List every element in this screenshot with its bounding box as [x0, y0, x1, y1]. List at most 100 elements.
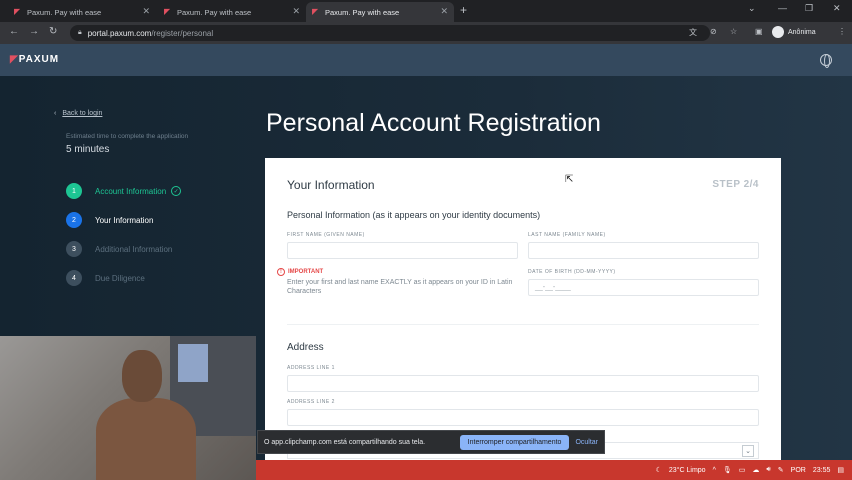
webcam-person-head — [122, 350, 162, 402]
close-tab-icon[interactable]: ✕ — [142, 6, 150, 17]
important-text: Enter your first and last name EXACTLY a… — [287, 279, 513, 295]
globe-icon[interactable] — [820, 54, 832, 68]
step-number: 4 — [66, 270, 82, 286]
step-label: Additional Information — [95, 244, 173, 254]
paxum-favicon-icon: ◤ — [164, 7, 171, 16]
last-name-input[interactable] — [528, 242, 759, 259]
hide-button[interactable]: Ocultar — [575, 439, 598, 446]
notifications-icon[interactable]: ▤ — [837, 466, 844, 474]
back-to-login-link[interactable]: Back to login — [62, 110, 102, 117]
maximize-icon[interactable]: ❐ — [805, 3, 813, 14]
logo-text: PAXUM — [18, 54, 60, 65]
stop-sharing-button[interactable]: Interromper compartilhamento — [459, 434, 570, 450]
microphone-icon[interactable]: 🎙︎ — [723, 466, 732, 474]
browser-tab[interactable]: ◤ Paxum. Pay with ease ✕ — [158, 2, 306, 22]
cloud-icon[interactable]: ☁ — [752, 466, 759, 474]
speaker-icon[interactable]: 🔊︎ — [766, 466, 770, 474]
personal-info-subheading: Personal Information (as it appears on y… — [287, 210, 541, 220]
step-additional-information: 3 Additional Information — [66, 241, 172, 257]
step-indicator: STEP 2/4 — [712, 179, 759, 190]
eye-off-icon[interactable]: ⊘ — [710, 27, 717, 36]
tab-title: Paxum. Pay with ease — [325, 7, 400, 17]
address-line-1-input[interactable] — [287, 375, 759, 392]
chevron-down-icon: ⌄ — [742, 445, 754, 457]
step-label: Your Information — [95, 215, 154, 225]
close-tab-icon[interactable]: ✕ — [440, 6, 448, 17]
registration-form-card: Your Information STEP 2/4 Personal Infor… — [265, 158, 781, 468]
webcam-person-torso — [96, 398, 196, 480]
paxum-favicon-icon: ◤ — [14, 7, 21, 16]
menu-icon[interactable]: ⋮ — [838, 27, 846, 36]
first-name-label: FIRST NAME (GIVEN NAME) — [287, 232, 365, 238]
address-bar[interactable]: 🔒︎ portal.paxum.com/register/personal — [70, 25, 710, 41]
dob-input[interactable]: __-__-____ — [528, 279, 759, 296]
mouse-cursor-icon: ⇱ — [565, 174, 574, 185]
estimated-time-value: 5 minutes — [66, 144, 110, 155]
moon-icon: ☾ — [655, 467, 662, 474]
browser-tab-active[interactable]: ◤ Paxum. Pay with ease ✕ — [306, 2, 454, 22]
chevron-up-icon[interactable]: ^ — [713, 467, 716, 474]
alert-circle-icon: ! — [277, 268, 285, 276]
new-tab-icon[interactable]: + — [460, 3, 467, 17]
last-name-label: LAST NAME (FAMILY NAME) — [528, 232, 606, 238]
close-tab-icon[interactable]: ✕ — [292, 6, 300, 17]
address-heading: Address — [287, 342, 324, 353]
section-title: Your Information — [287, 178, 375, 192]
step-number: 3 — [66, 241, 82, 257]
logo-mark-icon: ◤ — [10, 54, 19, 65]
webcam-monitor — [178, 344, 208, 382]
clock[interactable]: 23:55 — [813, 467, 831, 474]
forward-arrow-icon[interactable]: → — [29, 26, 39, 37]
incognito-avatar-icon — [772, 26, 784, 38]
close-window-icon[interactable]: ✕ — [833, 3, 841, 14]
minimize-icon[interactable]: — — [778, 3, 787, 13]
step-due-diligence: 4 Due Diligence — [66, 270, 145, 286]
chevron-left-icon: ‹ — [54, 110, 57, 117]
language-indicator[interactable]: POR — [791, 467, 806, 474]
url-host: portal.paxum.com — [87, 28, 152, 38]
site-header: ◤PAXUM — [0, 44, 852, 76]
browser-toolbar: ← → ↻ 🔒︎ portal.paxum.com/register/perso… — [0, 22, 852, 44]
side-panel-icon[interactable]: ▣ — [755, 27, 763, 36]
browser-tab-bar: ◤ Paxum. Pay with ease ✕ ◤ Paxum. Pay wi… — [0, 0, 852, 22]
step-label: Account Information — [95, 186, 167, 196]
step-number: 1 — [66, 183, 82, 199]
address-line-2-input[interactable] — [287, 409, 759, 426]
tab-search-icon[interactable]: ⌄ — [748, 3, 756, 14]
check-circle-icon: ✓ — [171, 186, 182, 196]
browser-tab[interactable]: ◤ Paxum. Pay with ease ✕ — [8, 2, 156, 22]
star-icon[interactable]: ☆ — [730, 27, 737, 36]
paxum-favicon-icon: ◤ — [312, 7, 319, 16]
important-label: IMPORTANT — [288, 269, 324, 275]
translate-icon[interactable]: 文 — [689, 27, 697, 38]
estimated-time-label: Estimated time to complete the applicati… — [66, 133, 189, 140]
pen-icon[interactable]: ✎ — [778, 466, 784, 474]
page-title: Personal Account Registration — [266, 109, 601, 137]
battery-icon[interactable]: ▭ — [739, 466, 746, 474]
lock-icon: 🔒︎ — [78, 29, 82, 36]
section-divider — [287, 324, 759, 325]
step-your-information[interactable]: 2 Your Information — [66, 212, 153, 228]
step-label: Due Diligence — [95, 273, 145, 283]
first-name-input[interactable] — [287, 242, 518, 259]
address-line-1-label: ADDRESS LINE 1 — [287, 365, 335, 371]
tab-title: Paxum. Pay with ease — [177, 7, 252, 17]
url-path: /register/personal — [151, 28, 214, 38]
tab-title: Paxum. Pay with ease — [27, 7, 102, 17]
important-notice: ! IMPORTANT — [277, 268, 323, 276]
windows-taskbar: ☾ 23°C Limpo ^ 🎙︎ ▭ ☁ 🔊︎ ✎ POR 23:55 ▤ — [256, 460, 852, 480]
step-number: 2 — [66, 212, 82, 228]
profile-button[interactable]: Anônima — [772, 26, 816, 38]
dob-label: DATE OF BIRTH (DD-MM-YYYY) — [528, 269, 616, 275]
screen-share-bar: O app.clipchamp.com está compartilhando … — [257, 430, 605, 454]
back-to-login[interactable]: ‹ Back to login — [54, 110, 102, 117]
back-arrow-icon[interactable]: ← — [9, 26, 19, 37]
step-account-information[interactable]: 1 Account Information ✓ — [66, 183, 182, 199]
webcam-overlay — [0, 336, 256, 480]
weather-text[interactable]: 23°C Limpo — [669, 467, 706, 474]
share-message: O app.clipchamp.com está compartilhando … — [264, 438, 426, 446]
profile-label: Anônima — [788, 28, 816, 36]
address-line-2-label: ADDRESS LINE 2 — [287, 399, 335, 405]
reload-icon[interactable]: ↻ — [49, 26, 57, 37]
paxum-logo[interactable]: ◤PAXUM — [10, 54, 59, 65]
